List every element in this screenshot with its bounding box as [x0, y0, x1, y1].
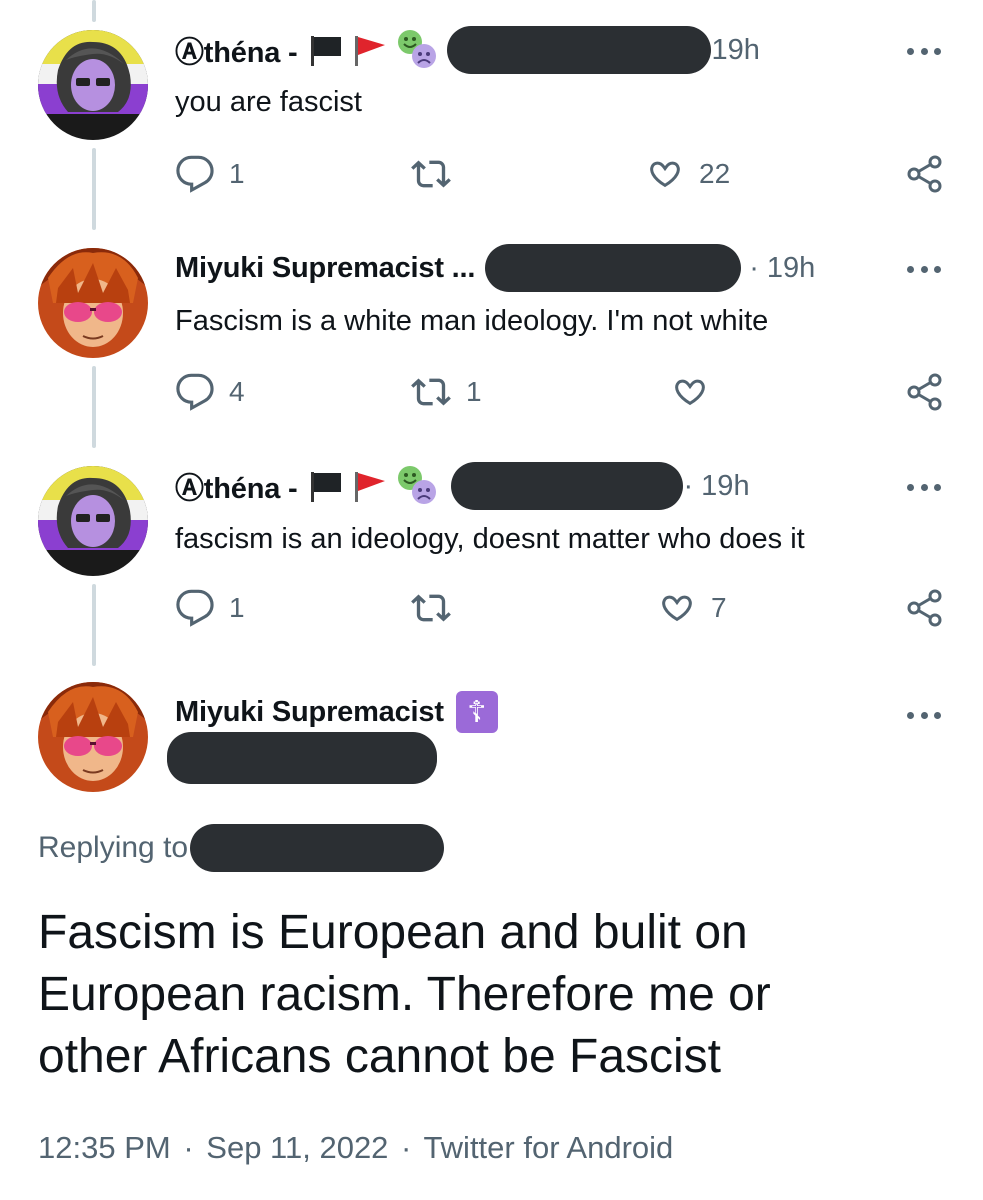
redacted-mention[interactable] [190, 824, 445, 872]
reply-icon [176, 155, 214, 193]
display-name[interactable]: Miyuki Supremacist [175, 696, 444, 729]
tweet[interactable]: Ⓐthéna - 19h you are fascist 1 22 [0, 0, 983, 220]
retweet-icon [411, 378, 451, 406]
reply-button[interactable]: 1 [175, 588, 245, 628]
tweet-metadata: 12:35 PM · Sep 11, 2022 · Twitter for An… [38, 1130, 673, 1166]
share-icon [907, 373, 942, 411]
like-count: 7 [711, 592, 727, 623]
display-name[interactable]: Ⓐthéna - [175, 465, 298, 507]
more-icon[interactable] [907, 482, 941, 492]
tweet-source[interactable]: Twitter for Android [423, 1130, 673, 1165]
timestamp[interactable]: · 19h [749, 252, 815, 285]
main-tweet-text-line: other Africans cannot be Fascist [38, 1030, 722, 1083]
separator: · [183, 1130, 194, 1165]
tweet-header: Miyuki Supremacist ... · 19h [175, 244, 815, 292]
black-flag-icon [307, 30, 347, 70]
share-button[interactable] [905, 372, 945, 412]
tweet[interactable]: Ⓐthéna - · 19h fascism is an ideology, d… [0, 438, 983, 656]
replying-to: Replying to [38, 822, 445, 874]
like-icon [650, 161, 680, 188]
main-tweet-text: Fascism is European and bulit on Europea… [38, 902, 938, 1088]
like-count: 22 [699, 158, 731, 189]
like-button[interactable] [670, 372, 724, 412]
replying-to-label: Replying to [38, 831, 189, 864]
more-icon[interactable] [907, 264, 941, 274]
more-icon[interactable] [907, 710, 941, 720]
separator: · [401, 1130, 412, 1165]
share-icon [907, 155, 942, 193]
tweet-date[interactable]: Sep 11, 2022 [206, 1130, 388, 1165]
tweet-actions: 4 1 [175, 372, 945, 412]
retweet-button[interactable] [410, 588, 466, 628]
avatar[interactable] [38, 248, 148, 358]
timestamp[interactable]: · 19h [683, 470, 749, 503]
tweet-text: Fascism is a white man ideology. I'm not… [175, 305, 769, 337]
retweet-count: 1 [466, 376, 482, 407]
share-button[interactable] [905, 588, 945, 628]
tweet-time[interactable]: 12:35 PM [38, 1130, 171, 1165]
retweet-button[interactable]: 1 [410, 372, 482, 412]
tweet-header: Miyuki Supremacist ☦ [175, 690, 498, 734]
reply-count: 1 [229, 592, 245, 623]
retweet-icon [411, 594, 451, 622]
tweet-actions: 1 22 [175, 154, 945, 194]
tweet-text: fascism is an ideology, doesnt matter wh… [175, 523, 805, 555]
retweet-icon [411, 160, 451, 188]
avatar[interactable] [38, 466, 148, 576]
like-button[interactable]: 7 [657, 588, 727, 628]
display-name[interactable]: Ⓐthéna - [175, 29, 298, 71]
reply-count: 1 [229, 158, 245, 189]
red-flag-icon [351, 30, 391, 70]
redacted-handle [451, 462, 684, 510]
tweet-header: Ⓐthéna - · 19h [175, 462, 750, 510]
tweet[interactable]: Miyuki Supremacist ... · 19h Fascism is … [0, 220, 983, 438]
reply-icon [176, 373, 214, 411]
theater-masks-icon [395, 28, 439, 72]
tweet-header: Ⓐthéna - 19h [175, 26, 760, 74]
share-icon [907, 589, 942, 627]
reply-button[interactable]: 4 [175, 372, 245, 412]
reply-icon [176, 589, 214, 627]
avatar[interactable] [38, 30, 148, 140]
main-tweet-text-line: European racism. Therefore me or [38, 968, 771, 1021]
reply-count: 4 [229, 376, 245, 407]
retweet-button[interactable] [410, 154, 466, 194]
redacted-handle [167, 732, 437, 784]
theater-masks-icon [395, 464, 439, 508]
redacted-handle [447, 26, 712, 74]
redacted-handle [485, 244, 742, 292]
orthodox-cross-icon: ☦ [455, 691, 498, 733]
main-tweet-text-line: Fascism is European and bulit on [38, 906, 748, 959]
timestamp[interactable]: 19h [711, 34, 759, 67]
like-icon [675, 379, 705, 406]
red-flag-icon [351, 466, 391, 506]
tweet-actions: 1 7 [175, 588, 945, 628]
share-button[interactable] [905, 154, 945, 194]
reply-button[interactable]: 1 [175, 154, 245, 194]
tweet-text: you are fascist [175, 86, 362, 118]
like-button[interactable]: 22 [645, 154, 730, 194]
like-icon [662, 595, 692, 622]
more-icon[interactable] [907, 46, 941, 56]
display-name[interactable]: Miyuki Supremacist ... [175, 252, 475, 285]
avatar[interactable] [38, 682, 148, 792]
black-flag-icon [307, 466, 347, 506]
